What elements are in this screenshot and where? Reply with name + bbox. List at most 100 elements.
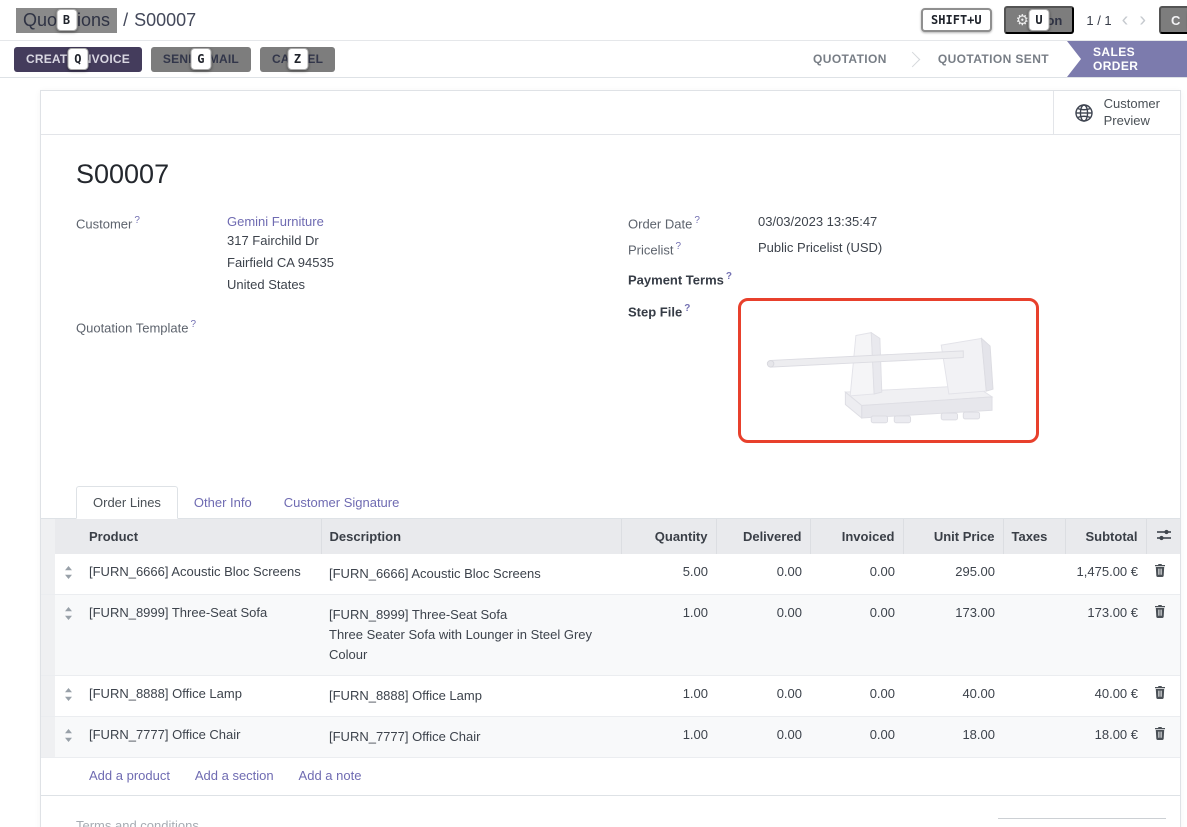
stage-sales-order-active[interactable]: SALES ORDER: [1067, 41, 1187, 77]
col-delivered[interactable]: Delivered: [716, 519, 810, 554]
action-menu-button[interactable]: ⚙ A U on: [1004, 6, 1075, 34]
gutter-cell: [41, 554, 55, 595]
page-title: S00007: [76, 159, 1180, 190]
cell-quantity[interactable]: 1.00: [621, 716, 716, 757]
cell-quantity[interactable]: 1.00: [621, 594, 716, 675]
stage-quotation-sent[interactable]: QUOTATION SENT: [920, 41, 1067, 77]
col-subtotal[interactable]: Subtotal: [1065, 519, 1146, 554]
cell-invoiced[interactable]: 0.00: [810, 716, 903, 757]
cell-unit-price[interactable]: 173.00: [903, 594, 1003, 675]
add-a-note-link[interactable]: Add a note: [299, 768, 362, 783]
bottom-zone: Terms and conditions... Total: 1,706.00 …: [41, 796, 1180, 827]
create-invoice-button[interactable]: CREATE INVOICE Q: [14, 47, 142, 72]
col-unit-price[interactable]: Unit Price: [903, 519, 1003, 554]
delete-line-button[interactable]: [1154, 686, 1166, 702]
gear-icon: ⚙: [1016, 11, 1029, 29]
hint-badge-b: B: [56, 9, 77, 31]
cell-delivered[interactable]: 0.00: [716, 675, 810, 716]
col-taxes[interactable]: Taxes: [1003, 519, 1065, 554]
send-email-button[interactable]: SEND EMAIL G: [151, 47, 251, 72]
field-grid: Customer? Gemini Furniture 317 Fairchild…: [41, 214, 1180, 452]
sheet-top-bar: Customer Preview: [41, 91, 1180, 135]
cell-description[interactable]: [FURN_7777] Office Chair: [321, 716, 621, 757]
terms-and-conditions-placeholder[interactable]: Terms and conditions...: [76, 818, 210, 827]
total-block: Total: 1,706.00 €: [998, 818, 1166, 827]
breadcrumb-current: S00007: [134, 10, 196, 31]
col-product[interactable]: Product: [81, 519, 321, 554]
control-bar: CREATE INVOICE Q SEND EMAIL G CANCEL Z Q…: [0, 40, 1187, 78]
customer-preview-button[interactable]: Customer Preview: [1053, 91, 1180, 134]
cell-product[interactable]: [FURN_8999] Three-Seat Sofa: [81, 594, 321, 675]
pager-next-icon[interactable]: ›: [1138, 10, 1147, 30]
order-line-row[interactable]: [FURN_8999] Three-Seat Sofa [FURN_8999] …: [41, 594, 1180, 675]
delete-line-button[interactable]: [1154, 564, 1166, 580]
cell-description[interactable]: [FURN_6666] Acoustic Bloc Screens: [321, 554, 621, 595]
table-header-row: Product Description Quantity Delivered I…: [41, 519, 1180, 554]
col-description[interactable]: Description: [321, 519, 621, 554]
cell-invoiced[interactable]: 0.00: [810, 594, 903, 675]
order-lines-table: Product Description Quantity Delivered I…: [41, 519, 1180, 796]
handle-footer-cell: [55, 757, 81, 795]
customer-link[interactable]: Gemini Furniture: [227, 214, 324, 229]
cell-quantity[interactable]: 1.00: [621, 675, 716, 716]
cell-description[interactable]: [FURN_8999] Three-Seat Sofa Three Seater…: [321, 594, 621, 675]
cell-unit-price[interactable]: 295.00: [903, 554, 1003, 595]
order-line-row[interactable]: [FURN_6666] Acoustic Bloc Screens [FURN_…: [41, 554, 1180, 595]
pager-previous-icon[interactable]: ‹: [1121, 10, 1130, 30]
hint-badge-z: Z: [287, 48, 308, 70]
col-invoiced[interactable]: Invoiced: [810, 519, 903, 554]
order-line-row[interactable]: [FURN_8888] Office Lamp [FURN_8888] Offi…: [41, 675, 1180, 716]
stage-quotation[interactable]: QUOTATION: [795, 41, 905, 77]
cell-invoiced[interactable]: 0.00: [810, 554, 903, 595]
topbar-right-cluster: SHIFT+U ⚙ A U on 1 / 1 ‹ › C: [921, 6, 1187, 34]
cell-taxes[interactable]: [1003, 716, 1065, 757]
cancel-button[interactable]: CANCEL Z: [260, 47, 335, 72]
tab-order-lines[interactable]: Order Lines: [76, 486, 178, 519]
cell-product[interactable]: [FURN_7777] Office Chair: [81, 716, 321, 757]
cell-delivered[interactable]: 0.00: [716, 554, 810, 595]
delete-line-button[interactable]: [1154, 605, 1166, 621]
customer-label: Customer?: [76, 214, 227, 295]
cell-delivered[interactable]: 0.00: [716, 716, 810, 757]
breadcrumb-quotations-link[interactable]: Quotations B: [16, 8, 117, 33]
order-date-value[interactable]: 03/03/2023 13:35:47: [758, 214, 877, 231]
tab-other-info[interactable]: Other Info: [178, 487, 268, 518]
cell-delivered[interactable]: 0.00: [716, 594, 810, 675]
cell-subtotal: 1,475.00 €: [1065, 554, 1146, 595]
cell-product[interactable]: [FURN_6666] Acoustic Bloc Screens: [81, 554, 321, 595]
cell-unit-price[interactable]: 40.00: [903, 675, 1003, 716]
drag-handle[interactable]: [55, 594, 81, 675]
gutter-cell: [41, 716, 55, 757]
delete-line-button[interactable]: [1154, 727, 1166, 743]
record-pager: 1 / 1 ‹ ›: [1086, 10, 1147, 30]
cell-taxes[interactable]: [1003, 554, 1065, 595]
cell-description[interactable]: [FURN_8888] Office Lamp: [321, 675, 621, 716]
step-file-preview[interactable]: [738, 298, 1039, 443]
customer-address-line: Fairfield CA 94535: [227, 252, 334, 273]
gutter-cell: [41, 519, 55, 554]
optional-columns-toggle[interactable]: [1156, 528, 1172, 545]
step-file-field: Step File?: [628, 302, 1160, 443]
drag-handle[interactable]: [55, 554, 81, 595]
tab-customer-signature[interactable]: Customer Signature: [268, 487, 416, 518]
payment-terms-field[interactable]: Payment Terms?: [628, 270, 1160, 287]
cell-taxes[interactable]: [1003, 594, 1065, 675]
create-button-cutoff[interactable]: C: [1159, 6, 1187, 34]
drag-handle[interactable]: [55, 675, 81, 716]
drag-handle-icon: [64, 607, 73, 620]
order-line-row[interactable]: [FURN_7777] Office Chair [FURN_7777] Off…: [41, 716, 1180, 757]
pricelist-value[interactable]: Public Pricelist (USD): [758, 240, 882, 257]
add-a-product-link[interactable]: Add a product: [89, 768, 170, 783]
cell-invoiced[interactable]: 0.00: [810, 675, 903, 716]
sales-order-form-sheet: Customer Preview S00007 Customer? Gemini…: [40, 90, 1181, 827]
quotation-template-field[interactable]: Quotation Template?: [76, 318, 628, 335]
help-icon: ?: [134, 215, 140, 226]
col-quantity[interactable]: Quantity: [621, 519, 716, 554]
add-a-section-link[interactable]: Add a section: [195, 768, 274, 783]
sliders-icon: [1156, 528, 1172, 542]
cell-quantity[interactable]: 5.00: [621, 554, 716, 595]
cell-product[interactable]: [FURN_8888] Office Lamp: [81, 675, 321, 716]
drag-handle[interactable]: [55, 716, 81, 757]
cell-taxes[interactable]: [1003, 675, 1065, 716]
cell-unit-price[interactable]: 18.00: [903, 716, 1003, 757]
